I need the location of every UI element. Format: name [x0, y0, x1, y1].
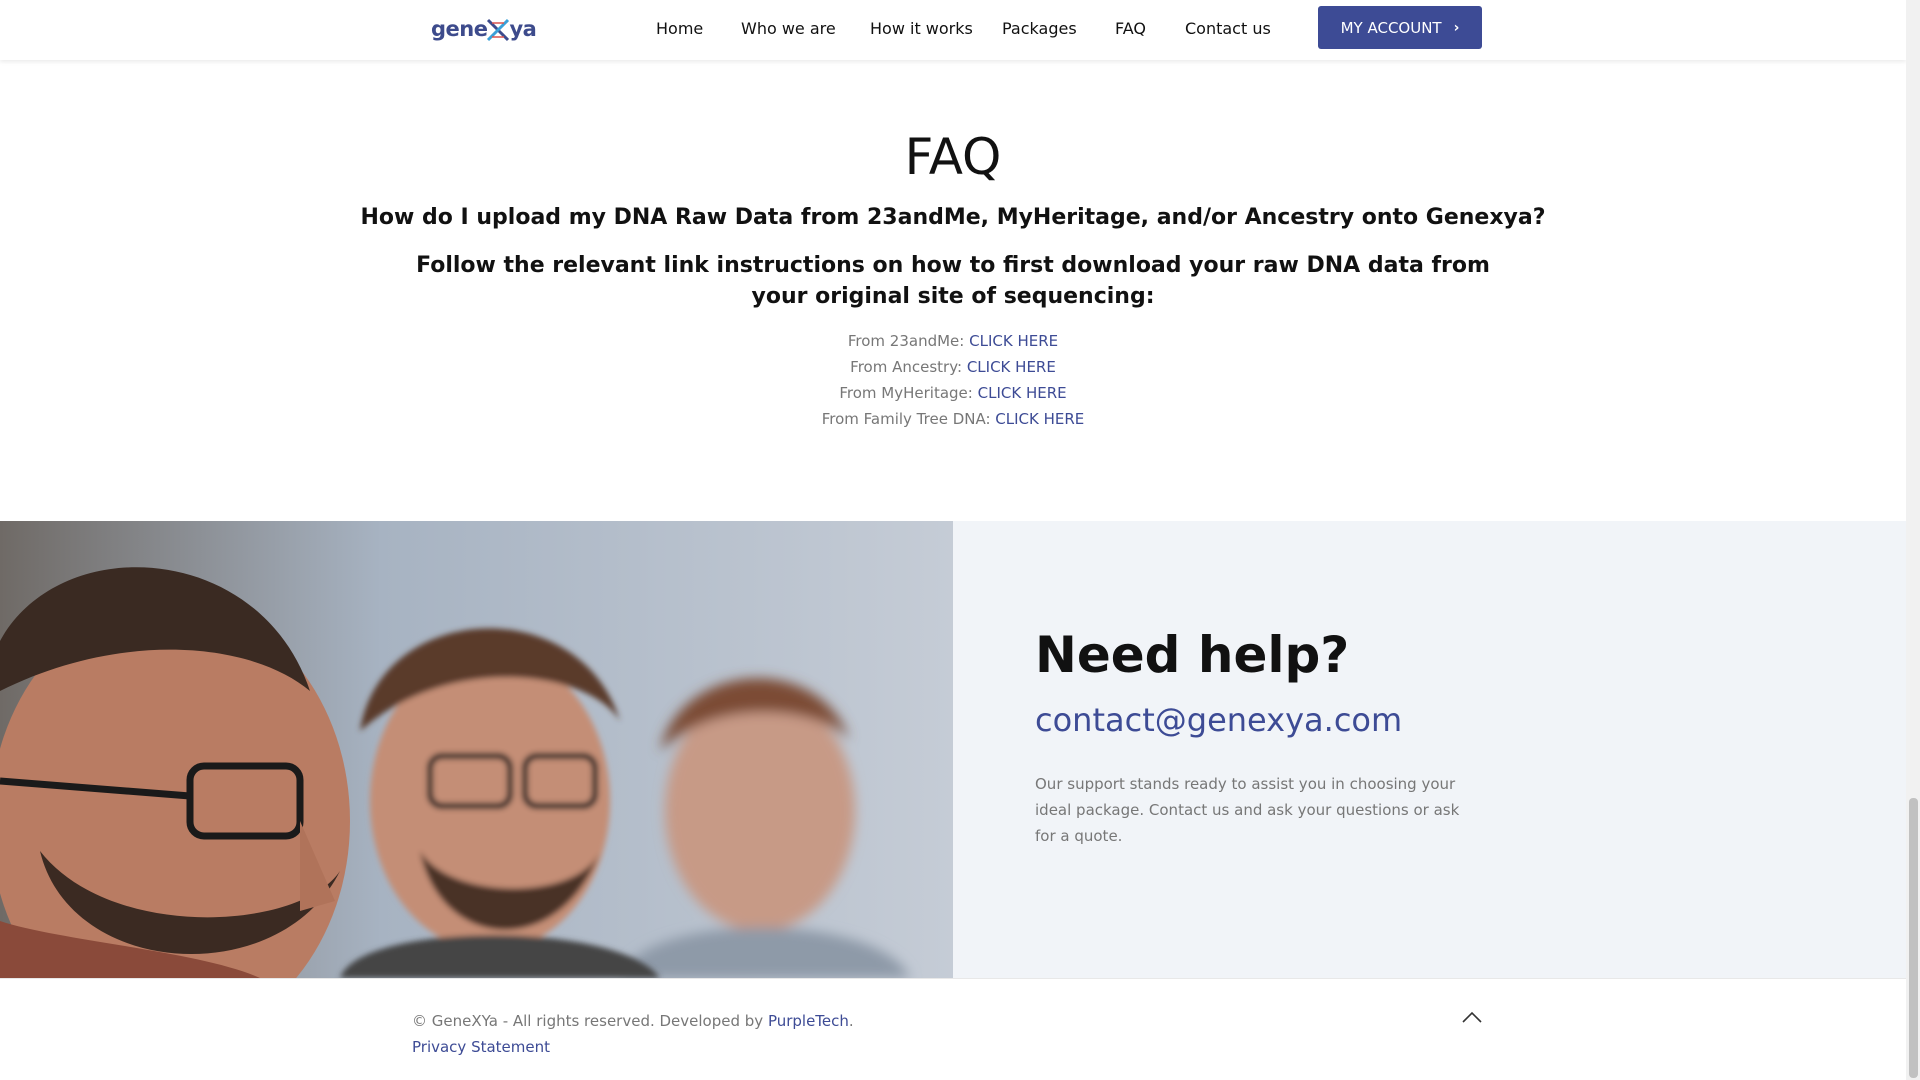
scrollbar-thumb[interactable] — [1909, 798, 1918, 1078]
faq-answer: Follow the relevant link instructions on… — [416, 253, 1490, 309]
copyright-text: © GeneXYa - All rights reserved. Develop… — [412, 1012, 854, 1030]
nav-home[interactable]: Home — [656, 19, 703, 38]
nav-contact-us[interactable]: Contact us — [1185, 19, 1271, 38]
click-here-link-ancestry[interactable]: CLICK HERE — [967, 358, 1056, 376]
need-help-description: Our support stands ready to assist you i… — [1035, 775, 1460, 845]
nav-how-it-works[interactable]: How it works — [870, 19, 973, 38]
nav-faq[interactable]: FAQ — [1115, 19, 1146, 38]
list-item: From Ancestry: CLICK HERE — [0, 354, 1906, 380]
faq-question: How do I upload my DNA Raw Data from 23a… — [360, 205, 1546, 230]
nav-packages[interactable]: Packages — [1002, 19, 1077, 38]
my-account-label: MY ACCOUNT — [1340, 18, 1442, 37]
link-label: From Family Tree DNA: — [821, 410, 991, 428]
list-item: From MyHeritage: CLICK HERE — [0, 380, 1906, 406]
need-help-panel: Need help? contact@genexya.com Our suppo… — [953, 521, 1906, 978]
chevron-right-icon: › — [1453, 19, 1460, 36]
dna-x-icon — [487, 18, 510, 42]
list-item: From Family Tree DNA: CLICK HERE — [0, 406, 1906, 432]
site-footer: © GeneXYa - All rights reserved. Develop… — [0, 978, 1906, 1080]
click-here-link-myheritage[interactable]: CLICK HERE — [978, 384, 1067, 402]
site-header: gene ya Home Who we are How it works Pac… — [0, 0, 1906, 60]
copyright-suffix: . — [848, 1012, 854, 1030]
link-label: From Ancestry: — [850, 358, 963, 376]
link-label: From MyHeritage: — [839, 384, 973, 402]
download-links-list: From 23andMe: CLICK HERE From Ancestry: … — [0, 328, 1906, 432]
privacy-statement-link[interactable]: Privacy Statement — [412, 1038, 550, 1056]
list-item: From 23andMe: CLICK HERE — [0, 328, 1906, 354]
click-here-link-familytreedna[interactable]: CLICK HERE — [995, 410, 1084, 428]
click-here-link-23andme[interactable]: CLICK HERE — [969, 332, 1058, 350]
team-photo — [0, 521, 953, 978]
contact-email-link[interactable]: contact@genexya.com — [1035, 701, 1402, 739]
purpletech-link[interactable]: PurpleTech — [768, 1012, 849, 1030]
need-help-section: Need help? contact@genexya.com Our suppo… — [0, 521, 1906, 978]
team-photo-illustration — [0, 521, 953, 978]
copyright-prefix: © GeneXYa - All rights reserved. Develop… — [412, 1012, 768, 1030]
need-help-title: Need help? — [1035, 626, 1350, 684]
link-label: From 23andMe: — [847, 332, 965, 350]
genexya-logo[interactable]: gene ya — [431, 15, 537, 45]
my-account-button[interactable]: MY ACCOUNT › — [1318, 6, 1482, 49]
logo-text: gene ya — [431, 17, 537, 42]
page-scrollbar[interactable] — [1906, 0, 1920, 1080]
chevron-up-icon[interactable] — [1460, 1009, 1484, 1025]
faq-title: FAQ — [904, 128, 1002, 186]
nav-who-we-are[interactable]: Who we are — [741, 19, 836, 38]
